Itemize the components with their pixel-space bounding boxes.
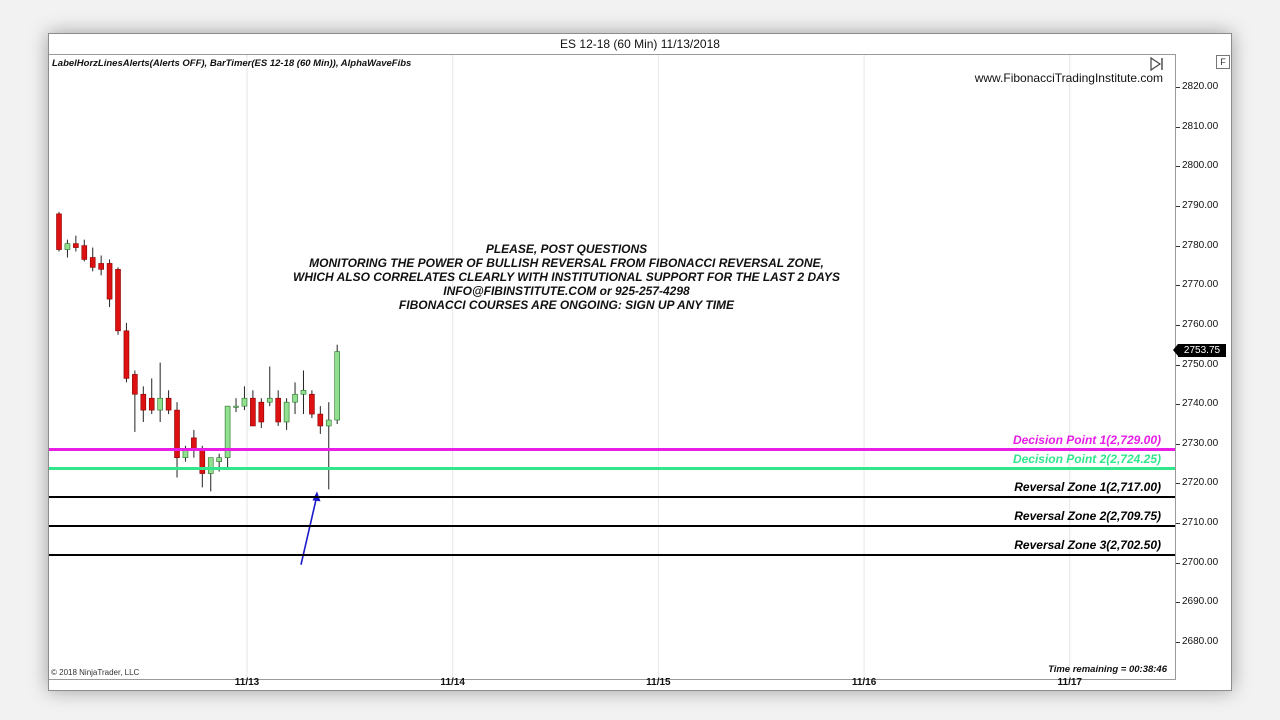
level-label: Reversal Zone 1(2,717.00) xyxy=(1014,480,1161,495)
bullish-candle xyxy=(334,351,340,421)
level-line[interactable] xyxy=(49,553,1175,556)
annotation-line: FIBONACCI COURSES ARE ONGOING: SIGN UP A… xyxy=(398,298,735,312)
price-tick-label: 2710.00 xyxy=(1175,517,1219,529)
price-tick-label: 2790.00 xyxy=(1175,199,1219,211)
bullish-candle xyxy=(207,457,214,474)
website-label: www.FibonacciTradingInstitute.com xyxy=(974,71,1163,85)
price-tick-label: 2750.00 xyxy=(1175,358,1219,370)
current-price-marker: 2753.75 xyxy=(1173,344,1226,358)
bullish-candle xyxy=(300,389,307,395)
price-tick-label: 2800.00 xyxy=(1175,160,1219,172)
bullish-candle xyxy=(241,397,248,407)
chart-canvas xyxy=(56,55,1071,679)
bearish-candle xyxy=(56,213,62,250)
bullish-candle xyxy=(292,393,298,403)
date-tick-label: 11/13 xyxy=(234,677,260,688)
chart-window: ES 12-18 (60 Min) 11/13/2018 LabelHorzLi… xyxy=(48,33,1232,691)
date-tick-label: 11/17 xyxy=(1057,677,1082,688)
bearish-candle xyxy=(275,397,281,423)
level-line[interactable] xyxy=(49,448,1175,452)
bearish-candle xyxy=(317,413,324,427)
bearish-candle xyxy=(165,397,172,411)
annotation-line: PLEASE, POST QUESTIONS xyxy=(485,242,648,256)
price-tick-label: 2770.00 xyxy=(1175,279,1219,291)
price-tick-label: 2730.00 xyxy=(1175,437,1219,449)
bearish-candle xyxy=(258,401,265,423)
bullish-candle xyxy=(266,397,273,403)
copyright-label: © 2018 NinjaTrader, LLC xyxy=(51,668,140,677)
annotation-line: WHICH ALSO CORRELATES CLEARLY WITH INSTI… xyxy=(293,270,840,284)
bullish-candle xyxy=(216,457,222,462)
indicators-label: LabelHorzLinesAlerts(Alerts OFF), BarTim… xyxy=(52,58,412,69)
bullish-candle xyxy=(233,405,239,408)
f-button[interactable]: F xyxy=(1216,55,1230,69)
price-tick-label: 2720.00 xyxy=(1175,477,1219,489)
annotation-line: MONITORING THE POWER OF BULLISH REVERSAL… xyxy=(309,256,824,270)
time-remaining-label: Time remaining = 00:38:46 xyxy=(1048,664,1167,675)
play-pause-icon[interactable] xyxy=(1149,57,1165,71)
bullish-candle xyxy=(64,243,71,250)
bearish-candle xyxy=(98,263,104,270)
bullish-candle xyxy=(157,397,163,411)
level-label: Decision Point 2(2,724.25) xyxy=(1012,451,1161,466)
price-tick-label: 2680.00 xyxy=(1175,636,1219,647)
date-tick-label: 11/16 xyxy=(851,677,877,688)
annotation-line: INFO@FIBINSTITUTE.COM or 925-257-4298 xyxy=(443,284,690,298)
level-label: Reversal Zone 3(2,702.50) xyxy=(1014,537,1161,552)
bearish-candle xyxy=(132,374,138,395)
price-tick-label: 2700.00 xyxy=(1175,556,1219,568)
bearish-candle xyxy=(123,330,130,379)
bearish-candle xyxy=(115,269,121,332)
price-tick-label: 2780.00 xyxy=(1175,239,1219,251)
date-tick-label: 11/15 xyxy=(646,677,671,688)
date-tick-label: 11/14 xyxy=(440,677,465,688)
price-tick-label: 2820.00 xyxy=(1175,81,1219,92)
price-tick-label: 2760.00 xyxy=(1175,318,1219,330)
chart-title: ES 12-18 (60 Min) 11/13/2018 xyxy=(560,37,720,51)
level-label: Reversal Zone 2(2,709.75) xyxy=(1014,509,1161,524)
bearish-candle xyxy=(140,393,147,411)
bearish-candle xyxy=(309,393,315,415)
level-label: Decision Point 1(2,729.00) xyxy=(1012,432,1161,447)
level-line[interactable] xyxy=(49,525,1175,528)
bullish-candle xyxy=(283,401,290,423)
price-tick-label: 2740.00 xyxy=(1175,398,1219,410)
bearish-candle xyxy=(106,263,113,300)
bearish-candle xyxy=(89,257,96,268)
bearish-candle xyxy=(250,397,256,427)
level-line[interactable] xyxy=(49,496,1175,499)
bearish-candle xyxy=(81,245,88,260)
time-axis[interactable]: 11/13 11/14 11/15 11/16 11/17 xyxy=(49,677,1176,690)
bearish-candle xyxy=(73,243,79,248)
level-line[interactable] xyxy=(49,467,1175,471)
price-tick-label: 2690.00 xyxy=(1175,596,1219,608)
plot-area[interactable]: LabelHorzLinesAlerts(Alerts OFF), BarTim… xyxy=(49,54,1176,680)
chart-annotation: PLEASE, POST QUESTIONS MONITORING THE PO… xyxy=(209,242,924,312)
price-tick-label: 2810.00 xyxy=(1175,120,1219,132)
bullish-candle xyxy=(325,419,332,427)
price-axis[interactable]: F 2753.75 2820.00 2810.00 2800.00 2790.00 27… xyxy=(1173,54,1231,680)
bearish-candle xyxy=(148,397,155,411)
